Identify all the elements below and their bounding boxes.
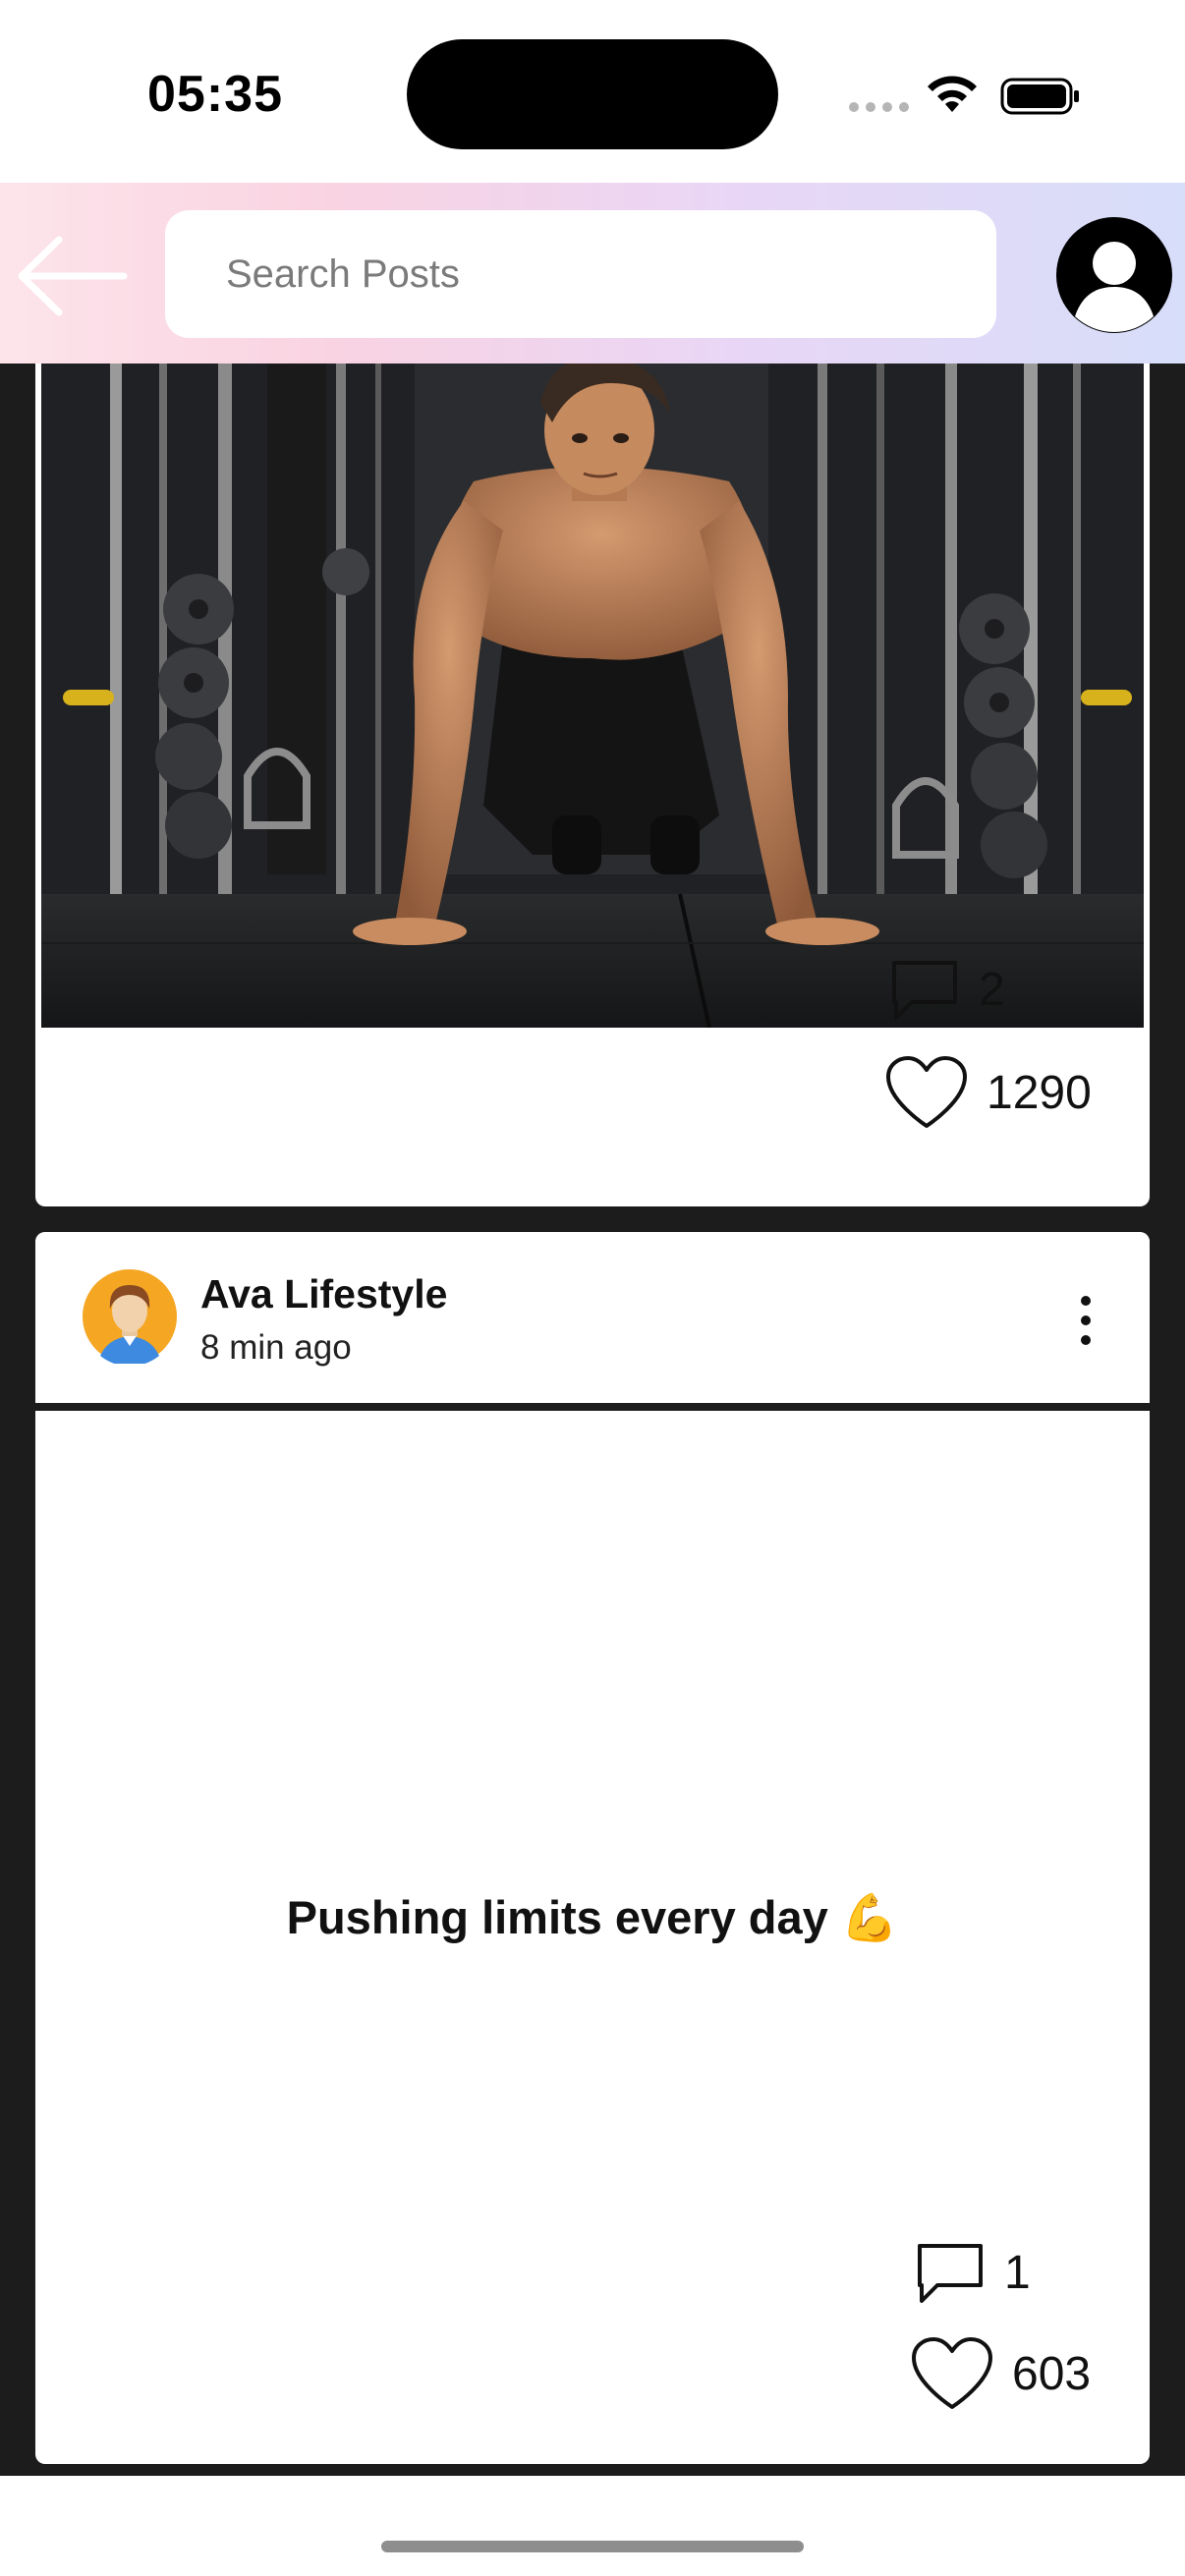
author-name[interactable]: Ava Lifestyle xyxy=(200,1271,447,1317)
comment-count: 1 xyxy=(1004,2246,1031,2299)
battery-icon xyxy=(1000,78,1079,115)
post-divider xyxy=(35,1403,1150,1411)
post-text: Pushing limits every day 💪 xyxy=(286,1891,899,1943)
cellular-signal-icon xyxy=(849,102,909,112)
wifi-icon xyxy=(928,76,977,112)
heart-icon xyxy=(886,1056,967,1128)
post-card: 2 1290 xyxy=(35,364,1150,1206)
comment-icon xyxy=(918,2244,983,2303)
status-time: 05:35 xyxy=(147,66,283,123)
comment-icon xyxy=(892,961,957,1020)
status-bar: 05:35 xyxy=(0,0,1185,183)
like-stat[interactable]: 1290 xyxy=(884,1055,1092,1130)
comment-count: 2 xyxy=(979,963,1005,1016)
back-arrow-icon[interactable] xyxy=(10,232,128,320)
like-count: 1290 xyxy=(987,1066,1092,1119)
comment-stat[interactable]: 1 xyxy=(914,2240,1031,2305)
like-stat[interactable]: 603 xyxy=(910,2336,1091,2411)
post-feed[interactable]: 2 1290 Ava Lifestyle 8 min ago Pushing l… xyxy=(0,364,1185,2476)
gym-pushup-photo xyxy=(41,364,1144,1028)
like-count: 603 xyxy=(1012,2347,1092,2400)
profile-avatar-icon[interactable] xyxy=(1053,214,1175,336)
post-card: Ava Lifestyle 8 min ago Pushing limits e… xyxy=(35,1232,1150,2464)
post-header: Ava Lifestyle 8 min ago xyxy=(35,1232,1150,1403)
search-bar[interactable] xyxy=(165,210,996,338)
post-timestamp: 8 min ago xyxy=(200,1328,352,1367)
heart-icon xyxy=(912,2337,992,2409)
search-input[interactable] xyxy=(226,252,996,297)
post-image[interactable] xyxy=(41,364,1144,1028)
dynamic-island xyxy=(407,39,778,149)
app-header xyxy=(0,183,1185,364)
home-indicator[interactable] xyxy=(381,2541,804,2552)
author-avatar[interactable] xyxy=(83,1269,177,1364)
more-vertical-icon[interactable] xyxy=(1071,1291,1100,1350)
comment-stat[interactable]: 2 xyxy=(888,957,1005,1022)
